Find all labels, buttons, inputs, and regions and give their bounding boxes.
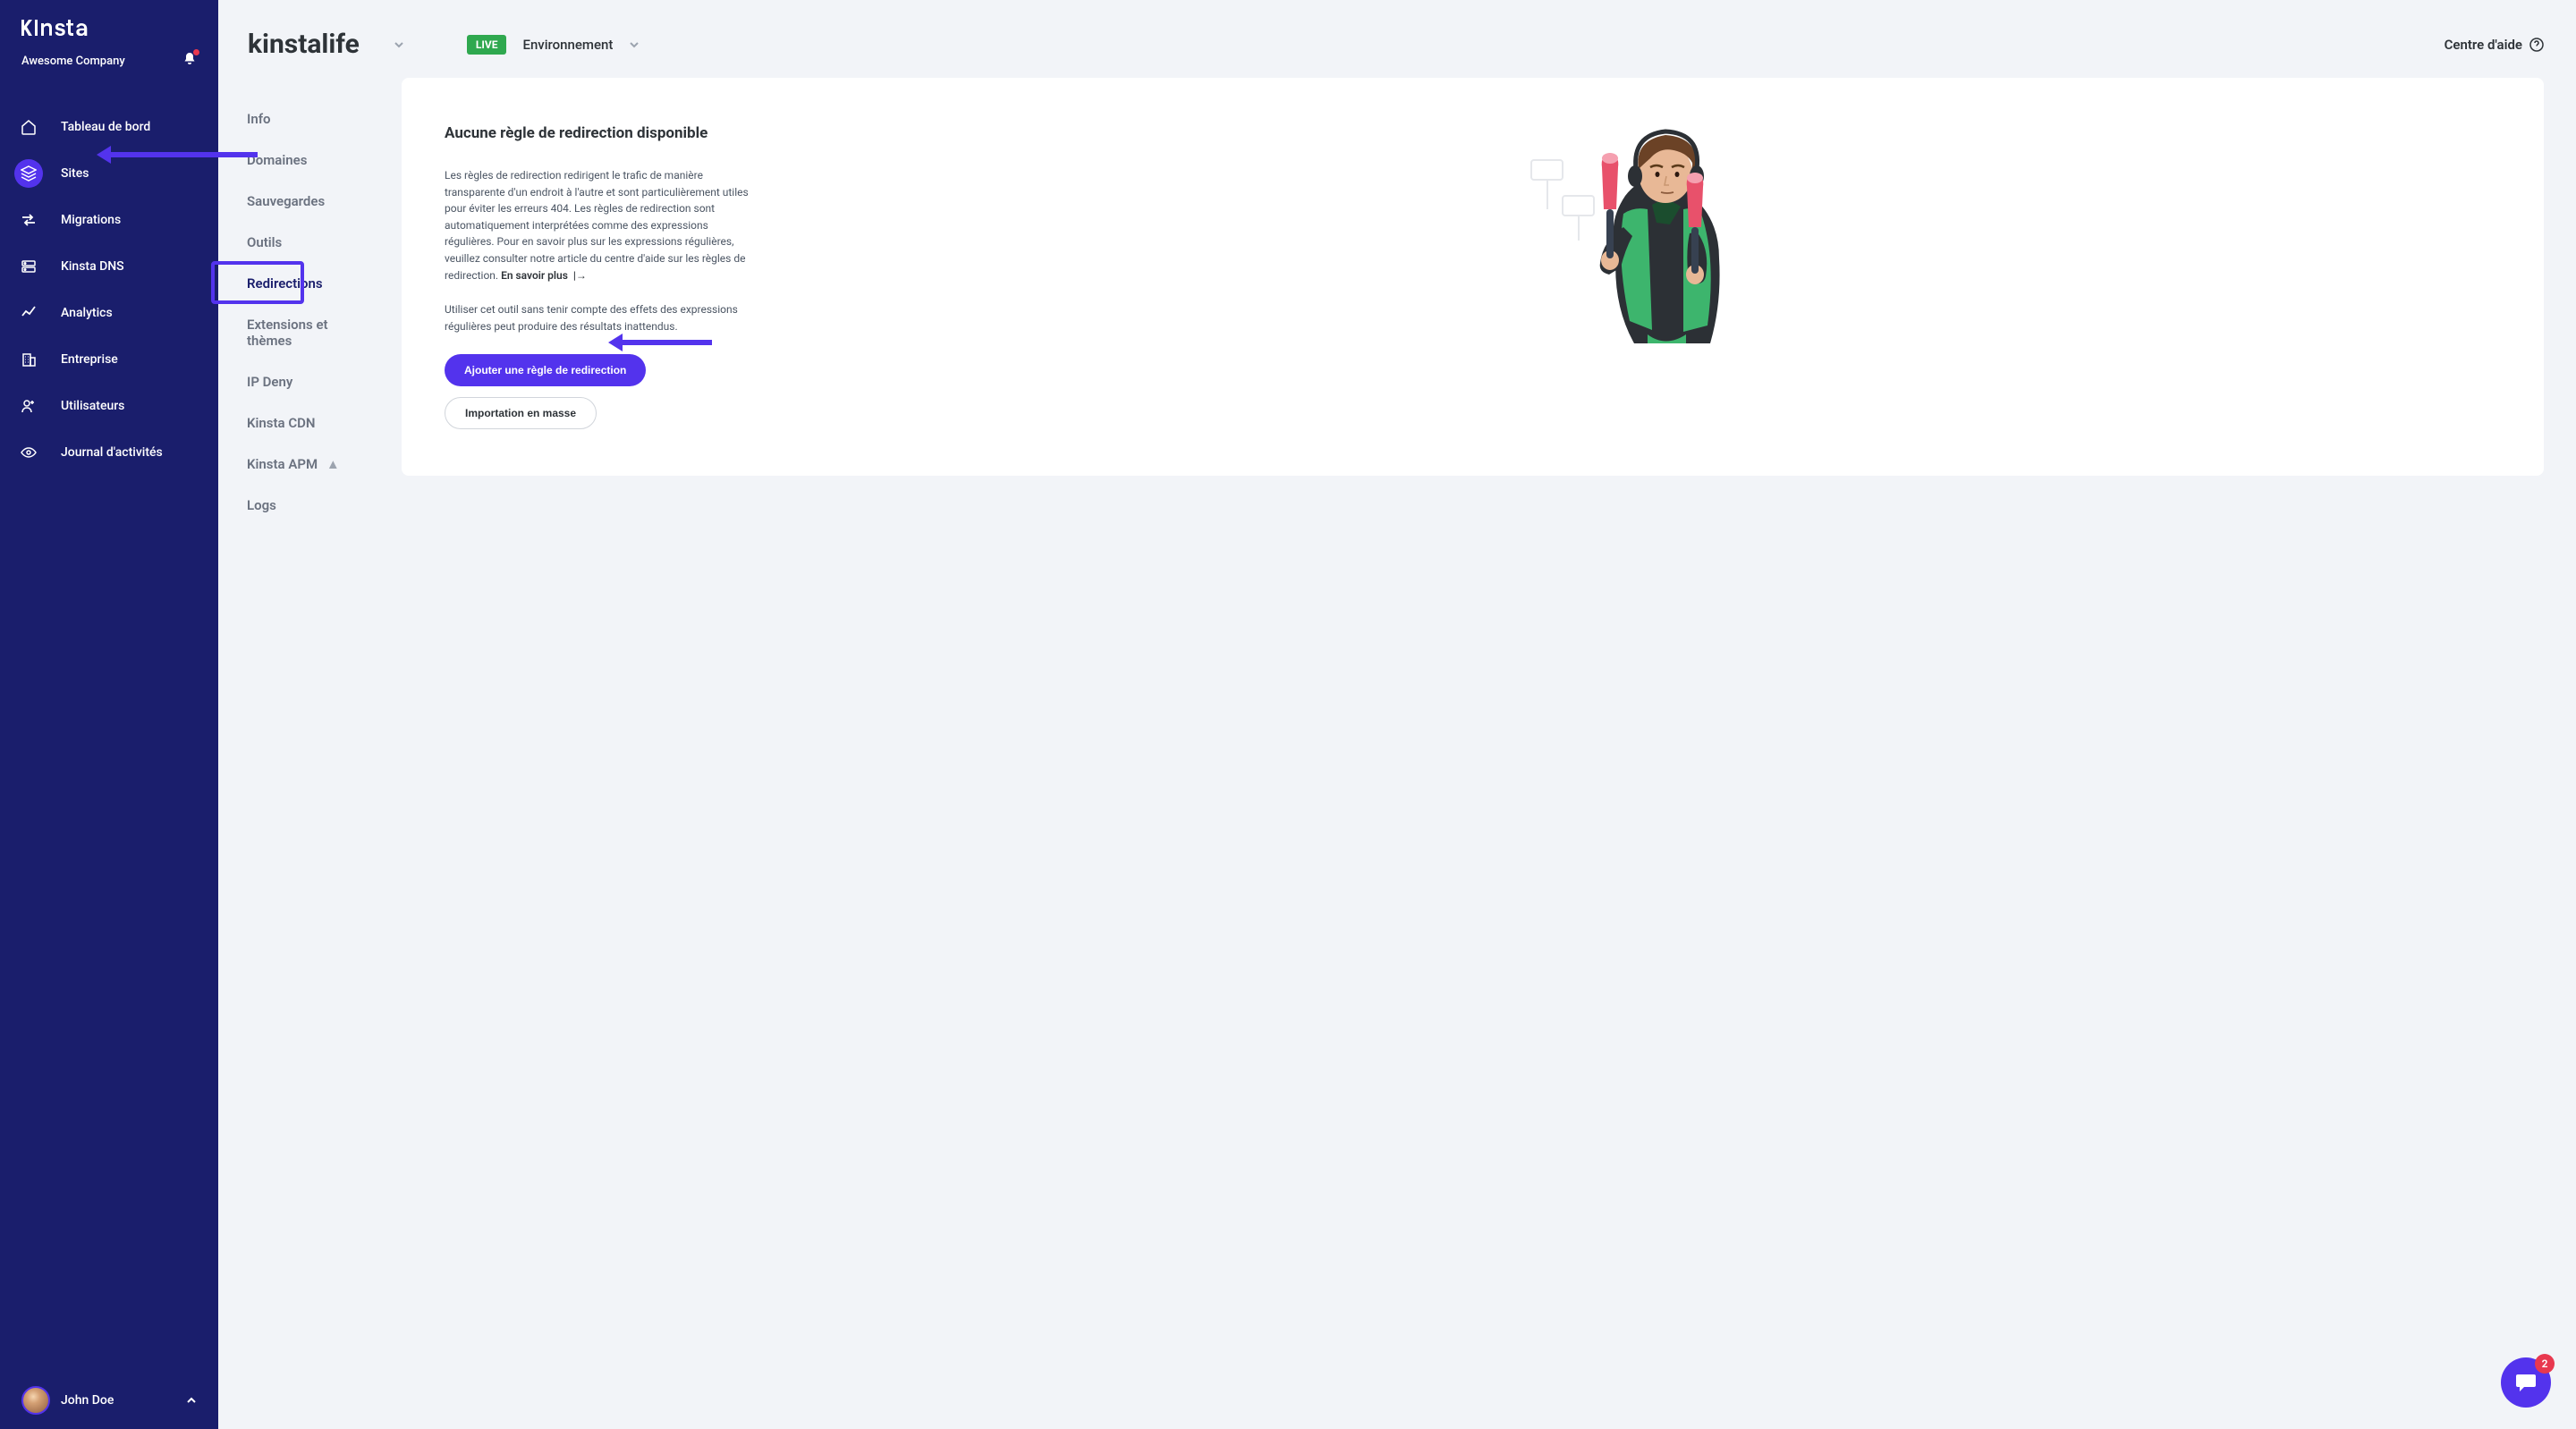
dns-icon xyxy=(21,258,37,275)
sidebar-secondary: Info Domaines Sauvegardes Outils Redirec… xyxy=(218,0,402,1429)
sidebar-primary: Awesome Company Tableau de bord Sites Mi… xyxy=(0,0,218,1429)
main-content: kinstalife LIVE Environnement Centre d'a… xyxy=(402,0,2576,1429)
users-icon xyxy=(21,398,37,414)
site-name: kinstalife xyxy=(248,29,360,60)
env-dropdown[interactable] xyxy=(629,39,640,50)
home-icon xyxy=(21,119,37,135)
chat-icon xyxy=(2513,1370,2538,1395)
chat-badge: 2 xyxy=(2535,1354,2555,1374)
header: kinstalife LIVE Environnement Centre d'a… xyxy=(402,0,2576,78)
secnav-redirects[interactable]: Redirections xyxy=(218,263,402,304)
beta-icon: ▲ xyxy=(326,456,340,472)
secnav-cdn[interactable]: Kinsta CDN xyxy=(218,402,402,444)
secnav-logs[interactable]: Logs xyxy=(218,485,402,526)
secnav-apm[interactable]: Kinsta APM ▲ xyxy=(218,444,402,485)
arrows-icon xyxy=(21,212,37,228)
nav-item-label: Kinsta DNS xyxy=(61,259,124,274)
nav-item-enterprise[interactable]: Entreprise xyxy=(0,336,218,383)
nav-item-dashboard[interactable]: Tableau de bord xyxy=(0,104,218,150)
layers-icon xyxy=(21,165,37,182)
secnav-info[interactable]: Info xyxy=(218,98,402,140)
nav-item-label: Migrations xyxy=(61,213,121,227)
site-dropdown[interactable] xyxy=(394,39,404,50)
card-description: Les règles de redirection redirigent le … xyxy=(445,167,749,283)
chat-button[interactable]: 2 xyxy=(2501,1357,2551,1408)
notifications-button[interactable] xyxy=(182,52,197,70)
nav-item-label: Entreprise xyxy=(61,352,118,367)
notification-dot xyxy=(193,49,199,55)
secnav-label: Kinsta APM xyxy=(247,456,318,472)
card-warning: Utiliser cet outil sans tenir compte des… xyxy=(445,301,749,334)
secnav-backups[interactable]: Sauvegardes xyxy=(218,181,402,222)
redirects-card: Aucune règle de redirection disponible L… xyxy=(402,78,2544,476)
env-badge: LIVE xyxy=(467,35,507,55)
secnav-domains[interactable]: Domaines xyxy=(218,140,402,181)
add-redirect-button[interactable]: Ajouter une règle de redirection xyxy=(445,354,646,386)
bulk-import-button[interactable]: Importation en masse xyxy=(445,397,597,429)
user-menu[interactable]: John Doe xyxy=(0,1372,218,1429)
nav-item-sites[interactable]: Sites xyxy=(0,150,218,197)
nav-item-label: Tableau de bord xyxy=(61,120,150,134)
avatar xyxy=(21,1386,50,1415)
secnav-plugins[interactable]: Extensions et thèmes xyxy=(218,304,402,361)
nav-item-analytics[interactable]: Analytics xyxy=(0,290,218,336)
nav-item-users[interactable]: Utilisateurs xyxy=(0,383,218,429)
learn-more-link[interactable]: En savoir plus |→ xyxy=(501,269,587,282)
company-name: Awesome Company xyxy=(21,55,125,68)
nav-item-dns[interactable]: Kinsta DNS xyxy=(0,243,218,290)
nav-item-activity[interactable]: Journal d'activités xyxy=(0,429,218,476)
card-title: Aucune règle de redirection disponible xyxy=(445,124,749,142)
logo xyxy=(0,0,218,45)
user-name: John Doe xyxy=(61,1393,175,1408)
illustration xyxy=(802,124,2501,429)
env-label: Environnement xyxy=(522,37,613,53)
nav-item-migrations[interactable]: Migrations xyxy=(0,197,218,243)
nav-primary: Tableau de bord Sites Migrations Kinsta … xyxy=(0,104,218,1372)
nav-item-label: Journal d'activités xyxy=(61,445,163,460)
question-icon xyxy=(2529,38,2544,52)
help-center-label: Centre d'aide xyxy=(2445,37,2522,53)
highlight-annotation xyxy=(211,261,304,304)
secnav-ipdeny[interactable]: IP Deny xyxy=(218,361,402,402)
nav-item-label: Utilisateurs xyxy=(61,399,124,413)
secnav-tools[interactable]: Outils xyxy=(218,222,402,263)
building-icon xyxy=(21,351,37,368)
chart-icon xyxy=(21,305,37,321)
nav-item-label: Analytics xyxy=(61,306,113,320)
help-center-link[interactable]: Centre d'aide xyxy=(2445,37,2544,53)
chevron-up-icon xyxy=(186,1395,197,1406)
eye-icon xyxy=(21,444,37,461)
nav-item-label: Sites xyxy=(61,166,89,181)
